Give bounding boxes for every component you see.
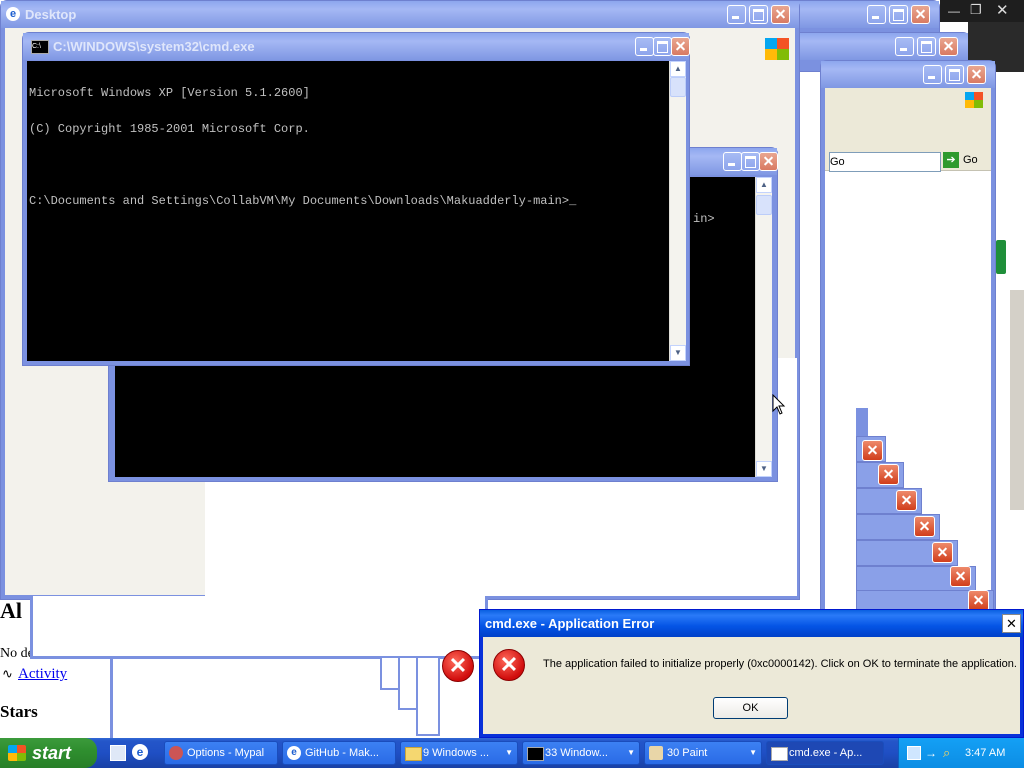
cmd-console[interactable]: Microsoft Windows XP [Version 5.1.2600] …: [27, 61, 669, 361]
close-button[interactable]: [950, 566, 971, 587]
ie-quicklaunch-icon[interactable]: e: [132, 744, 148, 760]
desktop-title: Desktop: [25, 7, 77, 22]
console-line: (C) Copyright 1985-2001 Microsoft Corp.: [29, 122, 310, 136]
mypal-icon: [169, 746, 183, 760]
show-desktop-icon[interactable]: [110, 745, 126, 761]
go-button[interactable]: Go: [963, 154, 978, 166]
minimize-icon[interactable]: —: [948, 4, 960, 18]
taskbar-item-github[interactable]: e GitHub - Mak...: [282, 741, 396, 765]
cmd-scrollbar[interactable]: ▲ ▼: [669, 61, 686, 361]
taskbar-item-paint-group[interactable]: 30 Paint ▼: [644, 741, 762, 765]
console-prompt: C:\Documents and Settings\CollabVM\My Do…: [29, 194, 577, 208]
close-button[interactable]: [771, 5, 790, 24]
close-button[interactable]: [939, 37, 958, 56]
console-line: Microsoft Windows XP [Version 5.1.2600]: [29, 86, 310, 100]
clock[interactable]: 3:47 AM: [965, 738, 1005, 768]
address-dropdown[interactable]: Go: [829, 152, 941, 172]
chevron-down-icon: ▼: [627, 748, 635, 757]
minimize-button[interactable]: [895, 37, 914, 56]
maximize-button[interactable]: [889, 5, 908, 24]
close-button[interactable]: [914, 516, 935, 537]
cmd-icon: [527, 747, 544, 761]
close-button[interactable]: [878, 464, 899, 485]
taskbar-item-cmd-group[interactable]: 33 Window... ▼: [522, 741, 640, 765]
start-label: start: [32, 743, 72, 763]
activity-link[interactable]: Activity: [18, 666, 67, 683]
maximize-button[interactable]: [653, 37, 672, 56]
close-button[interactable]: [911, 5, 930, 24]
chevron-down-icon: ▼: [505, 748, 513, 757]
ie-icon: e: [287, 746, 301, 760]
maximize-button[interactable]: [749, 5, 768, 24]
mouse-cursor: [772, 394, 786, 415]
close-button[interactable]: [896, 490, 917, 511]
error-icon: ✕: [493, 649, 525, 681]
chevron-down-icon: ▼: [749, 748, 757, 757]
maximize-button[interactable]: [741, 152, 760, 171]
quicklaunch: e: [106, 744, 156, 762]
scroll-up-button[interactable]: ▲: [670, 61, 686, 77]
windows-logo-icon: [765, 38, 789, 60]
activity-icon: ∿: [2, 666, 13, 681]
dialog-icon: [771, 747, 788, 761]
maximize-button[interactable]: [917, 37, 936, 56]
error-dialog[interactable]: cmd.exe - Application Error ✕ ✕ The appl…: [479, 609, 1024, 738]
restore-icon[interactable]: ❐: [970, 2, 982, 18]
cmd-icon: C:\: [31, 40, 49, 54]
close-button[interactable]: [932, 542, 953, 563]
error-icon: ✕: [442, 650, 474, 682]
dialog-close-button[interactable]: ✕: [1002, 614, 1021, 633]
stars-heading: Stars: [0, 702, 38, 721]
minimize-button[interactable]: [727, 5, 746, 24]
ok-button[interactable]: OK: [713, 697, 788, 719]
page-heading-fragment: Al: [0, 598, 22, 623]
windows-logo-icon: [965, 92, 983, 108]
cmd-back-text: in>: [693, 212, 715, 226]
taskbar: start e Options - Mypal e GitHub - Mak..…: [0, 738, 1024, 768]
network-icon[interactable]: [907, 746, 921, 760]
cmd-back-scrollbar[interactable]: ▲ ▼: [755, 177, 772, 477]
taskbar-item-mypal[interactable]: Options - Mypal: [164, 741, 278, 765]
error-message: The application failed to initialize pro…: [543, 658, 1017, 670]
scroll-thumb[interactable]: [670, 77, 686, 97]
green-accent: [996, 240, 1006, 274]
window-frame-middle: [30, 596, 488, 659]
start-button[interactable]: start: [0, 738, 97, 768]
search-icon[interactable]: ⌕: [943, 738, 950, 768]
ie-icon: e: [6, 7, 20, 21]
windows-flag-icon: [8, 745, 26, 761]
cmd-window-front[interactable]: C:\WINDOWS\system32\cmd.exe C:\ Microsof…: [22, 32, 690, 366]
scrollbar-right[interactable]: [1010, 290, 1024, 510]
taskbar-item-windows-explorer[interactable]: 9 Windows ... ▼: [400, 741, 518, 765]
close-button[interactable]: [968, 590, 989, 611]
minimize-button[interactable]: [867, 5, 886, 24]
folder-icon: [405, 747, 422, 761]
cmd-title: C:\WINDOWS\system32\cmd.exe: [53, 39, 255, 54]
paint-icon: [649, 746, 663, 760]
system-tray: → ⌕ 3:47 AM: [898, 738, 1024, 768]
maximize-button[interactable]: [945, 65, 964, 84]
go-arrow-icon[interactable]: ➔: [943, 152, 959, 168]
scroll-down-button[interactable]: ▼: [670, 345, 686, 361]
close-button[interactable]: [967, 65, 986, 84]
minimize-button[interactable]: [723, 152, 742, 171]
cascade-windows: [856, 408, 996, 611]
taskbar-item-error-dialog[interactable]: cmd.exe - Ap...: [766, 741, 884, 765]
minimize-button[interactable]: [635, 37, 654, 56]
close-button[interactable]: [671, 37, 690, 56]
minimize-button[interactable]: [923, 65, 942, 84]
close-button[interactable]: [759, 152, 778, 171]
volume-icon[interactable]: →: [925, 738, 937, 768]
close-icon[interactable]: ✕: [996, 1, 1009, 19]
window-controls-dark: — ❐ ✕: [940, 0, 1024, 22]
close-button[interactable]: [862, 440, 883, 461]
dialog-title: cmd.exe - Application Error: [485, 616, 655, 631]
